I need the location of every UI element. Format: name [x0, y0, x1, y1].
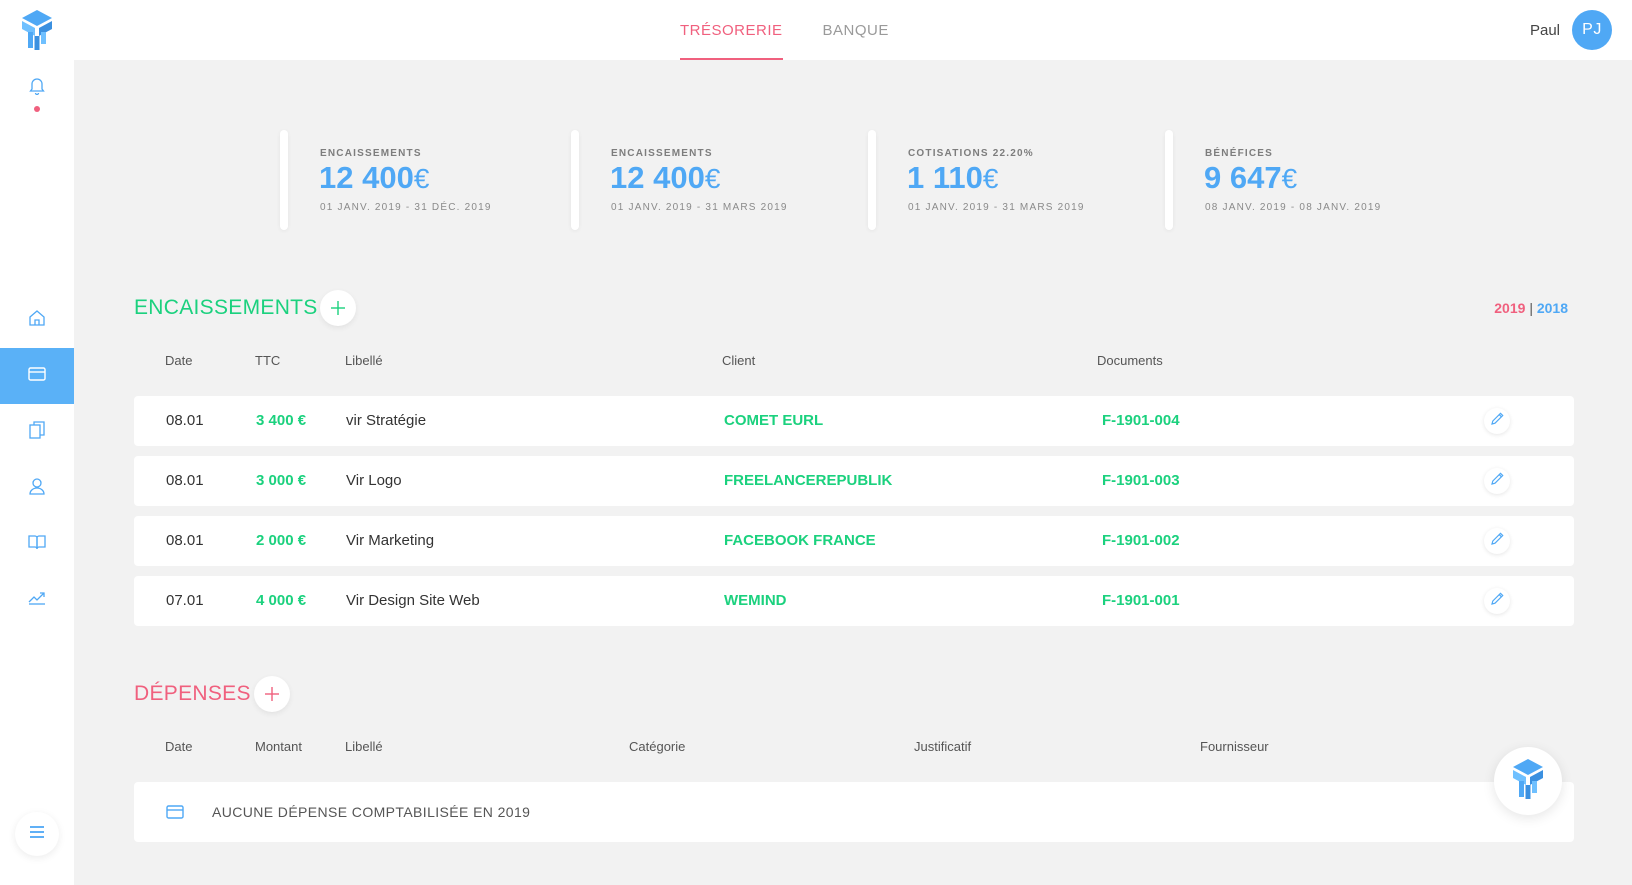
book-icon [28, 534, 46, 555]
kpi-label: ENCAISSEMENTS [611, 148, 713, 159]
table-row[interactable]: 08.01 3 400 € vir Stratégie COMET EURL F… [134, 396, 1574, 446]
card-icon [28, 366, 46, 386]
kpi-label: COTISATIONS 22.20% [908, 148, 1034, 159]
plus-icon [331, 294, 345, 322]
kpi-period: 01 JANV. 2019 - 31 DÉC. 2019 [320, 202, 492, 213]
row-date: 08.01 [166, 412, 204, 429]
row-date: 07.01 [166, 592, 204, 609]
year-separator: | [1529, 300, 1533, 316]
logo-icon [1511, 758, 1545, 804]
tab-banque[interactable]: BANQUE [823, 0, 889, 60]
documents-icon [28, 420, 46, 444]
col-montant[interactable]: Montant [255, 739, 302, 754]
kpi-period: 08 JANV. 2019 - 08 JANV. 2019 [1205, 202, 1382, 213]
col-libelle[interactable]: Libellé [345, 353, 383, 368]
menu-button[interactable] [15, 812, 59, 856]
row-libelle: Vir Design Site Web [346, 592, 480, 609]
col-date[interactable]: Date [165, 353, 192, 368]
year-switch: 2019 | 2018 [1494, 300, 1568, 316]
col-documents[interactable]: Documents [1097, 353, 1163, 368]
tab-tresorerie[interactable]: TRÉSORERIE [680, 0, 783, 60]
table-row[interactable]: 07.01 4 000 € Vir Design Site Web WEMIND… [134, 576, 1574, 626]
kpi-bar [280, 130, 288, 230]
row-client[interactable]: COMET EURL [724, 412, 823, 429]
row-ttc: 3 400 € [256, 412, 307, 429]
row-document[interactable]: F-1901-001 [1102, 592, 1180, 609]
assistant-button[interactable] [1494, 747, 1562, 815]
col-ttc[interactable]: TTC [255, 353, 280, 368]
edit-button[interactable] [1484, 528, 1510, 554]
home-icon [28, 309, 46, 332]
year-2019-link[interactable]: 2019 [1494, 300, 1525, 316]
user-icon [28, 477, 46, 500]
col-libelle[interactable]: Libellé [345, 739, 383, 754]
sidebar-item-home[interactable] [0, 292, 74, 348]
row-ttc: 4 000 € [256, 592, 307, 609]
row-client[interactable]: FACEBOOK FRANCE [724, 532, 876, 549]
pencil-icon [1490, 412, 1504, 430]
kpi-period: 01 JANV. 2019 - 31 MARS 2019 [611, 202, 788, 213]
plus-icon [265, 680, 279, 708]
row-ttc: 3 000 € [256, 472, 307, 489]
encaissements-title: ENCAISSEMENTS [134, 296, 318, 319]
top-bar: TRÉSORERIE BANQUE Paul PJ [0, 0, 1632, 60]
kpi-label: BÉNÉFICES [1205, 148, 1274, 159]
sidebar-item-livre[interactable] [0, 516, 74, 572]
col-date[interactable]: Date [165, 739, 192, 754]
bell-icon [29, 77, 45, 100]
kpi-bar [1165, 130, 1173, 230]
add-depense-button[interactable] [254, 676, 290, 712]
menu-icon [29, 825, 45, 843]
col-categorie[interactable]: Catégorie [629, 739, 685, 754]
year-2018-link[interactable]: 2018 [1537, 300, 1568, 316]
sidebar-item-stats[interactable] [0, 572, 74, 628]
kpi-value: 1 110€ [907, 160, 999, 195]
edit-button[interactable] [1484, 468, 1510, 494]
row-document[interactable]: F-1901-004 [1102, 412, 1180, 429]
user-name: Paul [1529, 21, 1560, 39]
logo-icon[interactable] [20, 10, 54, 50]
trend-icon [28, 591, 46, 610]
add-encaissement-button[interactable] [320, 290, 356, 326]
sidebar-item-clients[interactable] [0, 460, 74, 516]
edit-button[interactable] [1484, 588, 1510, 614]
pencil-icon [1490, 472, 1504, 490]
row-libelle: Vir Logo [346, 472, 402, 489]
kpi-value: 12 400€ [610, 160, 721, 195]
kpi-bar [571, 130, 579, 230]
kpi-period: 01 JANV. 2019 - 31 MARS 2019 [908, 202, 1085, 213]
kpi-label: ENCAISSEMENTS [320, 148, 422, 159]
row-client[interactable]: WEMIND [724, 592, 787, 609]
kpi-value: 12 400€ [319, 160, 430, 195]
col-client[interactable]: Client [722, 353, 755, 368]
row-document[interactable]: F-1901-003 [1102, 472, 1180, 489]
empty-message: AUCUNE DÉPENSE COMPTABILISÉE EN 2019 [212, 804, 531, 820]
row-libelle: vir Stratégie [346, 412, 427, 429]
edit-button[interactable] [1484, 408, 1510, 434]
main-nav: TRÉSORERIE BANQUE [680, 0, 929, 60]
pencil-icon [1490, 532, 1504, 550]
table-row[interactable]: 08.01 2 000 € Vir Marketing FACEBOOK FRA… [134, 516, 1574, 566]
empty-state-row: AUCUNE DÉPENSE COMPTABILISÉE EN 2019 [134, 782, 1574, 842]
col-justificatif[interactable]: Justificatif [914, 739, 971, 754]
kpi-bar [868, 130, 876, 230]
avatar[interactable]: PJ [1572, 10, 1612, 50]
row-ttc: 2 000 € [256, 532, 307, 549]
kpi-value: 9 647€ [1204, 160, 1298, 195]
col-fournisseur[interactable]: Fournisseur [1200, 739, 1269, 754]
row-libelle: Vir Marketing [346, 532, 435, 549]
row-client[interactable]: FREELANCEREPUBLIK [724, 472, 892, 489]
row-document[interactable]: F-1901-002 [1102, 532, 1180, 549]
sidebar-item-documents[interactable] [0, 404, 74, 460]
user-menu[interactable]: Paul PJ [1530, 10, 1612, 50]
depenses-title: DÉPENSES [134, 682, 251, 705]
pencil-icon [1490, 592, 1504, 610]
table-row[interactable]: 08.01 3 000 € Vir Logo FREELANCEREPUBLIK… [134, 456, 1574, 506]
sidebar [0, 0, 74, 885]
row-date: 08.01 [166, 532, 204, 549]
row-date: 08.01 [166, 472, 204, 489]
notification-dot [34, 106, 40, 112]
sidebar-item-tresorerie[interactable] [0, 348, 74, 404]
card-icon [166, 805, 184, 824]
